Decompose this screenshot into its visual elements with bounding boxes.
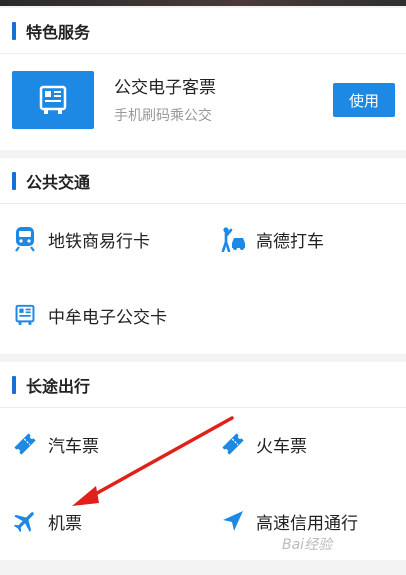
section-header: 公共交通 — [0, 158, 406, 204]
ticket-icon — [12, 431, 38, 457]
section-title: 特色服务 — [26, 22, 91, 42]
item-label: 火车票 — [256, 436, 307, 457]
bus-qr-icon[interactable] — [12, 71, 94, 129]
highway-credit-item[interactable]: 高速信用通行 — [220, 508, 358, 534]
flight-ticket-item[interactable]: 机票 — [12, 508, 82, 534]
zhongmu-bus-card-item[interactable]: 中牟电子公交卡 — [12, 302, 167, 328]
ticket-icon — [220, 431, 246, 457]
section-accent-bar — [12, 21, 16, 40]
airplane-icon — [12, 508, 38, 534]
item-label: 高德打车 — [256, 231, 324, 252]
train-ticket-item[interactable]: 火车票 — [220, 431, 307, 457]
bus-qr-icon — [12, 302, 38, 328]
section-accent-bar — [12, 375, 16, 394]
section-title: 公共交通 — [26, 172, 91, 192]
e-ticket-title[interactable]: 公交电子客票 — [114, 73, 216, 98]
section-header: 特色服务 — [0, 8, 406, 54]
item-label: 高速信用通行 — [256, 513, 358, 534]
e-ticket-subtitle: 手机刷码乘公交 — [114, 108, 212, 124]
bus-ticket-item[interactable]: 汽车票 — [12, 431, 99, 457]
section-header: 长途出行 — [0, 362, 406, 408]
top-image-strip — [0, 0, 406, 6]
use-button[interactable]: 使用 — [333, 83, 395, 117]
subway-card-item[interactable]: 地铁商易行卡 — [12, 226, 150, 252]
navigation-arrow-icon — [220, 508, 246, 534]
amap-taxi-item[interactable]: 高德打车 — [220, 226, 324, 252]
section-accent-bar — [12, 171, 16, 190]
taxi-hail-icon — [220, 226, 246, 252]
watermark: Bai经验 — [282, 537, 333, 553]
item-label: 中牟电子公交卡 — [48, 307, 167, 328]
section-title: 长途出行 — [26, 376, 91, 396]
item-label: 地铁商易行卡 — [48, 231, 150, 252]
item-label: 机票 — [48, 513, 82, 534]
subway-icon — [12, 226, 38, 252]
item-label: 汽车票 — [48, 436, 99, 457]
